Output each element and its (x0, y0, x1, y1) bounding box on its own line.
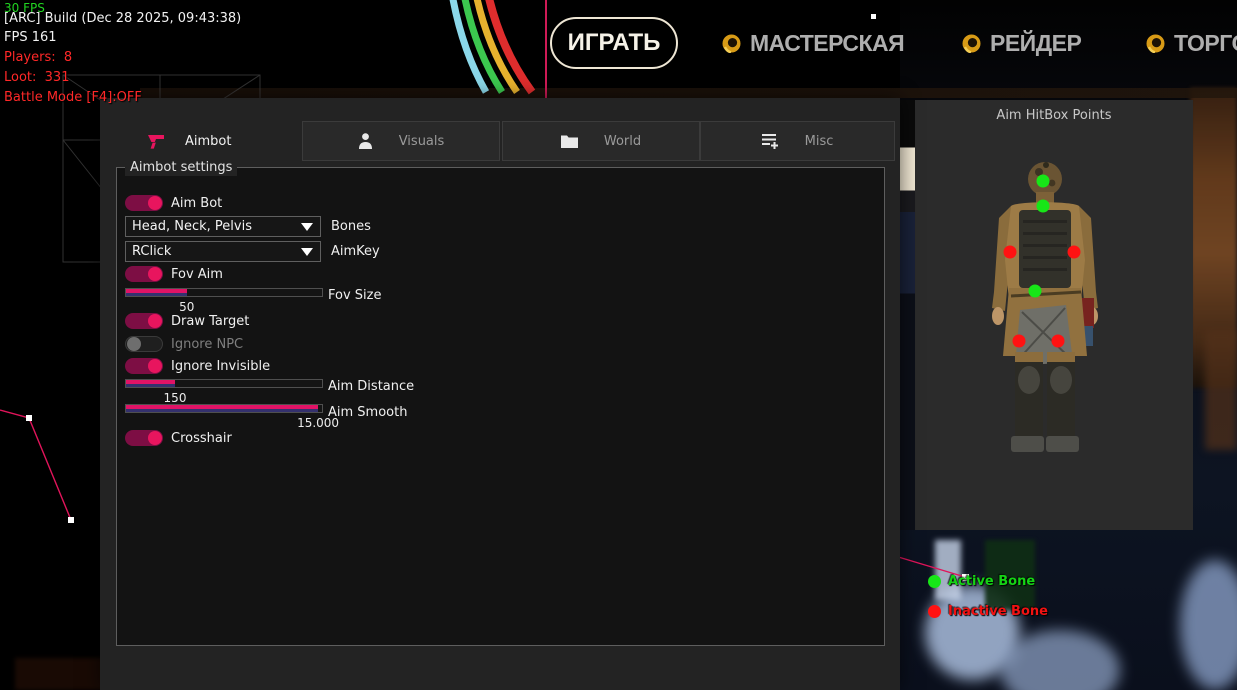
aimkey-dropdown[interactable]: RClick (125, 241, 321, 262)
hitbox-point-pelvis[interactable] (1029, 285, 1042, 298)
tab-label: Misc (805, 134, 834, 149)
bones-label: Bones (331, 219, 371, 234)
fov-aim-toggle[interactable] (125, 266, 163, 282)
hitbox-point-head[interactable] (1037, 175, 1050, 188)
hitbox-points-layer (915, 100, 1193, 530)
dropdown-arrow-icon (301, 223, 313, 231)
hitbox-point-neck[interactable] (1037, 200, 1050, 213)
fov-size-value: 50 (179, 300, 194, 314)
draw-target-label: Draw Target (171, 314, 249, 329)
fov-size-label: Fov Size (328, 288, 381, 303)
fov-size-slider[interactable]: 50 (125, 288, 323, 297)
tab-label: World (604, 134, 641, 149)
tab-aimbot[interactable]: Aimbot (148, 121, 231, 161)
draw-target-toggle[interactable] (125, 313, 163, 329)
tab-world[interactable]: World (502, 121, 700, 161)
slider-fill (126, 405, 318, 412)
hitbox-point-left-shoulder[interactable] (1004, 246, 1017, 259)
fov-aim-label: Fov Aim (171, 267, 223, 282)
menu-item-workshop[interactable]: МАСТЕРСКАЯ (722, 28, 904, 58)
play-button-label: ИГРАТЬ (568, 29, 661, 57)
bones-dropdown[interactable]: Head, Neck, Pelvis (125, 216, 321, 237)
menu-item-trader[interactable]: ТОРГО (1146, 28, 1237, 58)
bones-dropdown-value: Head, Neck, Pelvis (132, 219, 252, 234)
scene-red-tint (15, 658, 105, 690)
menu-item-label: РЕЙДЕР (990, 30, 1081, 57)
hitbox-point-right-thigh[interactable] (1052, 335, 1065, 348)
person-icon (358, 133, 373, 149)
crosshair-toggle[interactable] (125, 430, 163, 446)
slider-fill (126, 380, 175, 387)
ignore-npc-toggle[interactable] (125, 336, 163, 352)
active-bone-dot-icon (928, 575, 941, 588)
toggle-knob (148, 196, 162, 210)
toggle-knob (148, 314, 162, 328)
folder-icon (561, 134, 578, 148)
aim-distance-slider[interactable]: 150 (125, 379, 323, 388)
play-button[interactable]: ИГРАТЬ (550, 17, 678, 69)
scene-horizon-band (140, 88, 1237, 98)
hud-loot: Loot: 331 (4, 70, 69, 85)
menu-item-label: МАСТЕРСКАЯ (750, 30, 904, 57)
menu-item-label: ТОРГО (1174, 30, 1237, 57)
group-title: Aimbot settings (125, 159, 237, 176)
tab-label: Aimbot (185, 134, 231, 149)
rust-wall-texture2 (1205, 330, 1237, 450)
aimkey-dropdown-value: RClick (132, 244, 171, 259)
aim-smooth-slider[interactable]: 15.000 (125, 404, 323, 413)
legend-label: Active Bone (948, 574, 1035, 589)
cheat-window: Aimbot Visuals World Misc (100, 98, 900, 690)
rainbow-stripe-green (464, 0, 502, 92)
hud-fps: FPS 161 (4, 30, 57, 45)
coin-icon (962, 34, 981, 53)
inactive-bone-dot-icon (928, 605, 941, 618)
gun-icon (148, 134, 165, 149)
aimkey-label: AimKey (331, 244, 380, 259)
toggle-knob (148, 431, 162, 445)
coin-icon (1146, 34, 1165, 53)
screen: 30 FPS [ARC] Build (Dec 28 2025, 09:43:3… (0, 0, 1237, 690)
scene-magenta-line (545, 0, 547, 98)
hud-battle-mode: Battle Mode [F4]:OFF (4, 90, 142, 105)
hitbox-panel: Aim HitBox Points (915, 100, 1193, 530)
dropdown-arrow-icon (301, 248, 313, 256)
aim-smooth-label: Aim Smooth (328, 405, 407, 420)
aim-distance-label: Aim Distance (328, 379, 414, 394)
playlist-add-icon (762, 133, 779, 149)
aim-bot-label: Aim Bot (171, 196, 222, 211)
coin-icon (722, 34, 741, 53)
legend-inactive-bone: Inactive Bone (928, 604, 1048, 619)
toggle-knob (127, 337, 141, 351)
tab-label: Visuals (399, 134, 445, 149)
ignore-invisible-toggle[interactable] (125, 358, 163, 374)
crosshair-label: Crosshair (171, 431, 232, 446)
ignore-invisible-label: Ignore Invisible (171, 359, 270, 374)
aim-distance-value: 150 (164, 391, 187, 405)
rainbow-stripe-cyan (452, 0, 486, 92)
toggle-knob (148, 359, 162, 373)
legend-label: Inactive Bone (948, 604, 1048, 619)
aimbot-settings-group: Aimbot settings Aim Bot Head, Neck, Pelv… (116, 167, 885, 646)
scene-light-blob (935, 540, 961, 600)
rainbow-stripe-yellow (476, 0, 517, 92)
legend-active-bone: Active Bone (928, 574, 1035, 589)
menu-item-raider[interactable]: РЕЙДЕР (962, 28, 1081, 58)
tab-misc[interactable]: Misc (700, 121, 895, 161)
toggle-knob (148, 267, 162, 281)
slider-fill (126, 289, 187, 296)
hitbox-point-right-shoulder[interactable] (1068, 246, 1081, 259)
ignore-npc-label: Ignore NPC (171, 337, 243, 352)
aim-bot-toggle[interactable] (125, 195, 163, 211)
hud-build-info: [ARC] Build (Dec 28 2025, 09:43:38) (4, 11, 241, 26)
hitbox-point-left-thigh[interactable] (1013, 335, 1026, 348)
rainbow-stripe-red (488, 0, 532, 92)
tab-visuals[interactable]: Visuals (302, 121, 500, 161)
hud-players: Players: 8 (4, 50, 72, 65)
